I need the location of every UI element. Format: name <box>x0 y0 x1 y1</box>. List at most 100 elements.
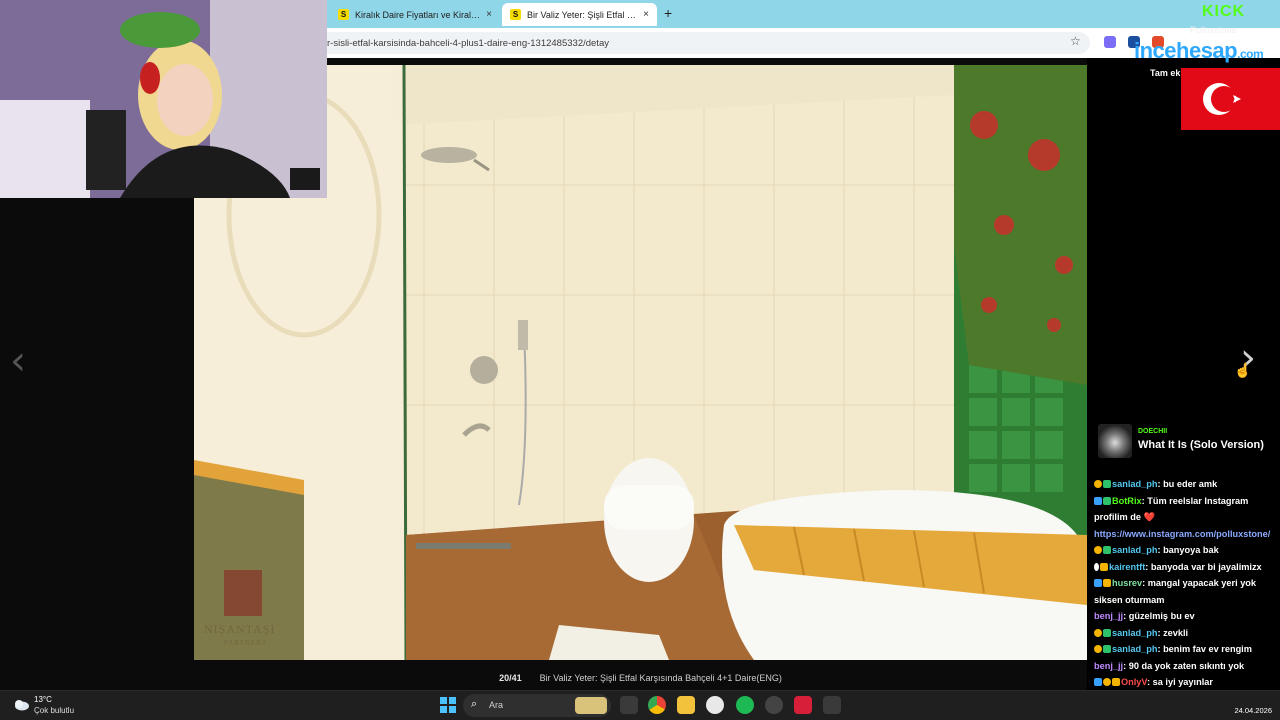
webcam-overlay <box>0 0 327 198</box>
chat-text: : zevkli <box>1157 627 1189 638</box>
address-bar[interactable]: r-sisli-etfal-karsisinda-bahceli-4-plus1… <box>315 32 1090 54</box>
task-view-icon[interactable] <box>620 696 638 714</box>
start-button-windows-icon[interactable] <box>440 697 456 713</box>
chat-text: : 90 da yok zaten sıkıntı yok <box>1123 660 1245 671</box>
close-tab-icon[interactable]: × <box>643 9 649 20</box>
chat-username[interactable]: BotRix <box>1112 496 1142 506</box>
chat-badge-icon <box>1112 678 1120 686</box>
chat-badge-icon <box>1103 645 1111 653</box>
spotify-icon[interactable] <box>736 696 754 714</box>
turkey-flag-icon <box>1181 68 1280 130</box>
tab-title: Kiralık Daire Fiyatları ve Kiralık E <box>355 9 481 20</box>
chat-badge-icon <box>1103 480 1111 488</box>
chat-username[interactable]: benj_jj <box>1094 611 1123 621</box>
tab-title: Bir Valiz Yeter: Şişli Etfal Karşısın <box>527 9 638 20</box>
chat-badge-icon <box>1094 678 1102 686</box>
chat-badge-icon <box>1094 496 1102 505</box>
weather-temperature: 13°C <box>34 695 52 704</box>
photo-caption: 20/41 Bir Valiz Yeter: Şişli Etfal Karşı… <box>194 668 1087 688</box>
album-art <box>1098 424 1132 458</box>
chat-message: benj_jj: 90 da yok zaten sıkıntı yok <box>1094 658 1276 675</box>
search-placeholder: Ara <box>489 700 504 710</box>
chat-message: sanlad_ph: zevkli <box>1094 625 1276 642</box>
chat-username[interactable]: benj_jj <box>1094 661 1123 671</box>
chat-badge-icon <box>1094 645 1102 653</box>
bookmark-star-icon[interactable]: ☆ <box>1070 34 1081 48</box>
file-explorer-icon[interactable] <box>677 696 695 714</box>
chat-message: husrev: mangal yapacak yeri yok siksen o… <box>1094 575 1276 608</box>
chat-badge-icon <box>1094 546 1102 554</box>
chrome-icon[interactable] <box>648 696 666 714</box>
bathroom-photo <box>194 65 1087 660</box>
now-playing-title: What It Is (Solo Version) <box>1138 439 1264 451</box>
chat-text: : banyoya bak <box>1157 545 1219 555</box>
chat-badge-icon <box>1103 579 1111 587</box>
app-icon[interactable] <box>706 696 724 714</box>
chat-username[interactable]: OnlyV <box>1121 677 1147 687</box>
now-playing-widget: DOECHII What It Is (Solo Version) <box>1094 424 1274 464</box>
previous-image-arrow-icon[interactable]: ‹ <box>10 338 26 384</box>
sponsor-tagline: Tam ek <box>1150 68 1181 78</box>
chat-message: sanlad_ph: benim fav ev rengim <box>1094 641 1276 658</box>
chat-message: OnlyV: sa iyi yayınlar <box>1094 674 1276 691</box>
chat-badge-icon <box>1103 496 1111 505</box>
search-icon: ⌕ <box>471 698 478 710</box>
listing-title: Bir Valiz Yeter: Şişli Etfal Karşısında … <box>539 673 782 683</box>
weather-description: Çok bulutlu <box>34 706 75 715</box>
chat-badge-icon <box>1103 546 1111 554</box>
image-counter: 20/41 <box>499 673 522 683</box>
chat-badge-icon <box>1103 628 1111 637</box>
channel-name: Polluxstone <box>1190 25 1237 35</box>
app-icon[interactable] <box>794 696 812 714</box>
tab-bir-valiz-yeter[interactable]: S Bir Valiz Yeter: Şişli Etfal Karşısın … <box>502 3 657 26</box>
chat-badge-icon <box>1100 562 1108 571</box>
chat-text: : banyoda var bi jayalimizx <box>1145 561 1262 572</box>
search-highlight-icon <box>575 697 607 714</box>
tab-kiralik-daire[interactable]: S Kiralık Daire Fiyatları ve Kiralık E × <box>330 3 500 26</box>
chat-badge-icon <box>1094 628 1102 637</box>
screen: S Kiralık Daire Fiyatları ve Kiralık E ×… <box>0 0 1280 720</box>
listing-photo: NİŞANTAŞI PARTNERS <box>194 65 1087 660</box>
sahibinden-favicon-icon: S <box>510 9 521 20</box>
chat-link[interactable]: https://www.instagram.com/polluxstone/ <box>1094 529 1270 539</box>
app-icon[interactable] <box>823 696 841 714</box>
extension-icon[interactable] <box>1104 36 1116 48</box>
now-playing-artist: DOECHII <box>1138 428 1168 435</box>
chat-badge-icon <box>1103 678 1111 686</box>
chat-message: benj_jj: güzelmiş bu ev <box>1094 608 1276 625</box>
chat-feed: sanlad_ph: bu eder amk BotRix: Tüm reelsl… <box>1094 476 1276 720</box>
chat-message: sanlad_ph: banyoya bak <box>1094 542 1276 559</box>
chat-message: BotRix: Tüm reelslar Instagram profilim … <box>1094 493 1276 526</box>
chat-text: : sa iyi yayınlar <box>1147 677 1213 687</box>
url-text: r-sisli-etfal-karsisinda-bahceli-4-plus1… <box>327 37 609 49</box>
hand-cursor-icon: ☝ <box>1234 362 1252 378</box>
chat-message: https://www.instagram.com/polluxstone/ <box>1094 526 1276 543</box>
sponsor-logo: incehesap.com <box>1134 38 1264 63</box>
sahibinden-favicon-icon: S <box>338 9 349 20</box>
chat-username[interactable]: sanlad_ph <box>1112 545 1157 555</box>
chat-text: : güzelmiş bu ev <box>1123 611 1195 621</box>
chat-username[interactable]: sanlad_ph <box>1112 644 1157 654</box>
chat-username[interactable]: kairentft <box>1109 562 1145 572</box>
app-icon[interactable] <box>765 696 783 714</box>
windows-taskbar: 13°C Çok bulutlu ⌕ Ara 24.04.2026 <box>0 690 1280 720</box>
chat-message: kairentft: banyoda var bi jayalimizx <box>1094 559 1276 576</box>
close-tab-icon[interactable]: × <box>486 9 492 20</box>
chat-badge-icon <box>1094 579 1102 587</box>
new-tab-button[interactable]: + <box>664 5 672 21</box>
chat-username[interactable]: sanlad_ph <box>1112 479 1157 489</box>
chat-badge-icon <box>1094 480 1102 488</box>
cloud-icon <box>15 700 29 711</box>
taskbar-search[interactable]: ⌕ Ara <box>463 694 611 717</box>
chat-username[interactable]: sanlad_ph <box>1112 628 1157 638</box>
kick-logo: KICK <box>1202 3 1246 20</box>
chat-text: : benim fav ev rengim <box>1157 644 1252 654</box>
chat-text: : bu eder amk <box>1157 479 1218 489</box>
clock-date[interactable]: 24.04.2026 <box>1224 706 1272 715</box>
watermark-sub: PARTNERS <box>224 639 267 647</box>
chat-message: sanlad_ph: bu eder amk <box>1094 476 1276 493</box>
watermark-brand: NİŞANTAŞI <box>204 622 276 636</box>
streamer-webcam <box>0 0 327 198</box>
chat-username[interactable]: husrev <box>1112 578 1142 588</box>
chat-badge-icon <box>1094 562 1099 571</box>
